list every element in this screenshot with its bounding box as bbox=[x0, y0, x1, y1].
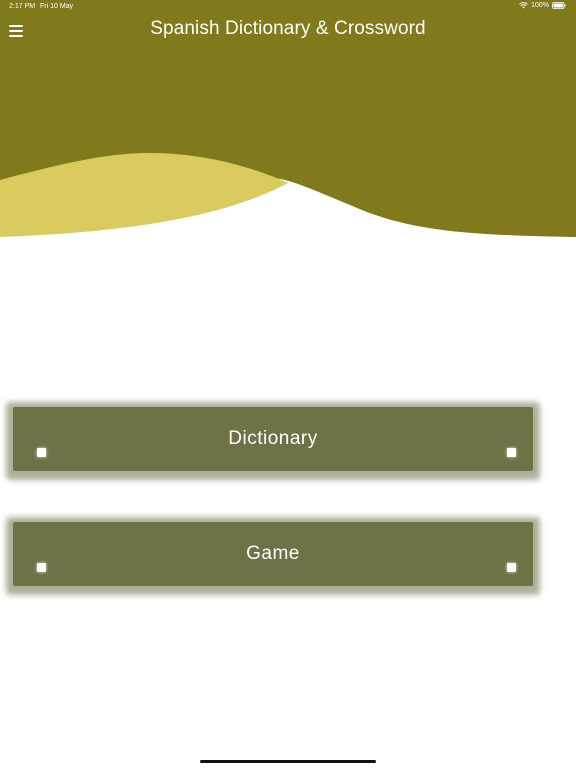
battery-icon bbox=[552, 2, 566, 9]
app-screen: 2:17 PM Fri 10 May 100% Spanish Dictiona… bbox=[0, 0, 576, 768]
status-bar: 2:17 PM Fri 10 May 100% bbox=[0, 0, 576, 14]
wifi-icon bbox=[519, 2, 528, 9]
game-button-label: Game bbox=[246, 543, 300, 564]
home-indicator[interactable] bbox=[200, 760, 376, 763]
status-date: Fri 10 May bbox=[40, 3, 74, 10]
battery-percent: 100% bbox=[531, 2, 549, 9]
dictionary-button-label: Dictionary bbox=[228, 428, 318, 449]
status-indicators: 100% bbox=[519, 2, 566, 9]
game-button-container: Game bbox=[6, 517, 540, 595]
dictionary-button-container: Dictionary bbox=[6, 402, 540, 480]
status-time: 2:17 PM bbox=[9, 3, 36, 10]
page-title: Spanish Dictionary & Crossword bbox=[150, 18, 426, 39]
dictionary-button[interactable]: Dictionary bbox=[13, 407, 533, 471]
game-button[interactable]: Game bbox=[13, 522, 533, 586]
